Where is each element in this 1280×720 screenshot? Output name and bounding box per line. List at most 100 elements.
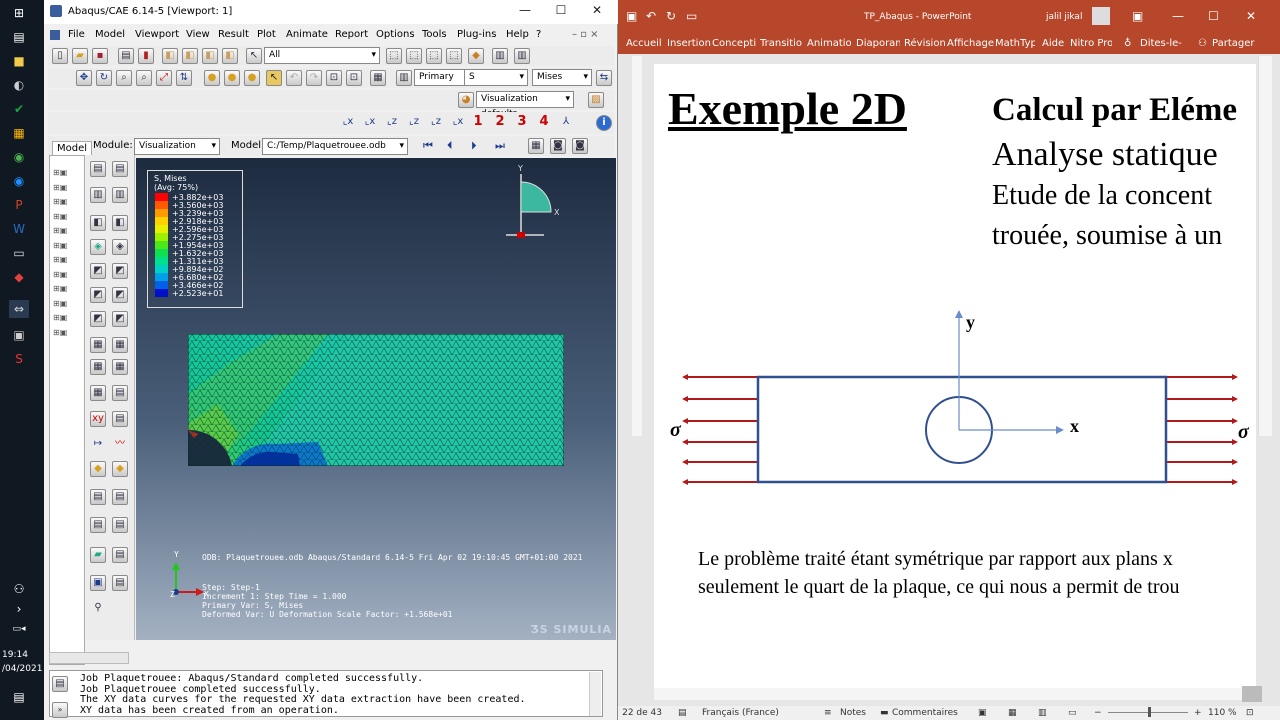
tab-animations[interactable]: Animations [807,38,851,49]
view-z-icon[interactable]: ⌞z [428,115,444,131]
tab-aide[interactable]: Aide [1042,38,1064,49]
tree-scrollbar[interactable] [49,652,129,664]
plot-undeformed-icon[interactable]: ▤ [90,161,106,177]
options-icon[interactable]: ▦ [90,337,106,353]
app-check-icon[interactable]: ✔ [9,100,29,118]
chevron-up-icon[interactable]: › [9,600,29,618]
menu-view[interactable]: View [186,29,210,40]
info-icon[interactable]: i [596,115,612,131]
camera-icon[interactable]: ◙ [572,138,588,154]
clock-date[interactable]: /04/2021 [2,664,44,674]
people-icon[interactable]: ⚇ [9,580,29,598]
tools-icon[interactable]: ⚲ [90,601,106,617]
menu-model[interactable]: Model [95,29,125,40]
options-icon[interactable]: ▦ [112,337,128,353]
plot-deformed-icon[interactable]: ▤ [112,161,128,177]
edge-icon[interactable]: ◉ [9,172,29,190]
fit-slide-icon[interactable] [1242,686,1262,702]
python-console-icon[interactable]: » [52,702,68,718]
view-z-icon[interactable]: ⌞z [384,115,400,131]
pdf-icon[interactable]: ◆ [9,268,29,286]
xy-manager-icon[interactable]: ▤ [112,411,128,427]
previous-frame-icon[interactable]: ⏴ [447,139,453,153]
view-iso-icon[interactable]: ⌞x [450,115,466,131]
maximize-button[interactable]: ☐ [1208,9,1219,23]
network-volume-icon[interactable]: ▭◂ [9,620,29,638]
view-cut-icon[interactable]: ▤ [90,517,106,533]
view-x-icon[interactable]: ⌞x [340,115,356,131]
powerpoint-icon[interactable]: P [9,196,29,214]
csys-2-button[interactable]: 2 [492,115,508,131]
filter-icon[interactable]: ⬚ [386,48,402,64]
menu-tools[interactable]: Tools [422,29,447,40]
model-select[interactable]: C:/Temp/Plaquetrouee.odb [262,138,408,155]
menu-viewport[interactable]: Viewport [135,29,179,40]
slideshow-icon[interactable]: ▭ [1068,708,1077,718]
palette-icon[interactable]: ◕ [458,92,474,108]
refresh-icon[interactable]: ⇆ [596,70,612,86]
csys-4-button[interactable]: 4 [536,115,552,131]
ribbon-display-icon[interactable]: ▣ [1132,9,1143,23]
user-name[interactable]: jalil jikal [1046,12,1082,22]
menu-whats-this[interactable]: ? [536,29,541,40]
tab-nitro[interactable]: Nitro Pro [1070,38,1112,49]
view-x-icon[interactable]: ⌞x [362,115,378,131]
display-group-icon[interactable]: ▤ [112,489,128,505]
reading-view-icon[interactable]: ▥ [1038,708,1047,718]
minimize-button[interactable]: — [510,3,540,17]
plot-contours-icon[interactable]: ▥ [90,187,106,203]
view-z-icon[interactable]: ⌞z [406,115,422,131]
model-tree[interactable]: ⊞▣ ⊞▣ ⊞▣ ⊞▣ ⊞▣ ⊞▣ ⊞▣ ⊞▣ ⊞▣ ⊞▣ ⊞▣ ⊞▣ [49,155,85,665]
tab-mathtype[interactable]: MathType [995,38,1035,49]
options-icon[interactable]: ▦ [112,359,128,375]
minimize-button[interactable]: — [1172,9,1184,23]
normal-view-icon[interactable]: ▣ [978,708,987,718]
tab-diaporama[interactable]: Diaporama [856,38,900,49]
task-view-icon[interactable]: ▤ [9,28,29,46]
render-icon[interactable]: ● [244,70,260,86]
plot-icon[interactable]: ◩ [112,311,128,327]
plot-contours-icon[interactable]: ▥ [112,187,128,203]
menu-help[interactable]: Help [506,29,529,40]
menu-plugins[interactable]: Plug-ins [457,29,496,40]
module-select[interactable]: Visualization [134,138,220,155]
notes-button[interactable]: Notes [840,708,866,718]
new-icon[interactable]: ▯ [52,48,68,64]
tab-revision[interactable]: Révision [904,38,946,49]
cycle-views-icon[interactable]: ⇅ [176,70,192,86]
language-status[interactable]: Français (France) [702,708,779,718]
xy-data-icon[interactable]: xy [90,411,106,427]
comments-button[interactable]: Commentaires [892,708,958,718]
app-folder-icon[interactable]: ▦ [9,124,29,142]
windows-start-icon[interactable]: ⊞ [9,4,29,22]
box-icon[interactable]: ◧ [202,48,218,64]
app-window-icon[interactable]: ▭ [9,244,29,262]
first-frame-icon[interactable]: ⏮ [423,139,433,153]
zoom-level[interactable]: 110 % [1208,708,1237,718]
mesh-icon[interactable]: ▥ [514,48,530,64]
xy-plot-icon[interactable]: 〰 [112,437,128,453]
plot-symbols-icon[interactable]: ◈ [90,239,106,255]
menu-result[interactable]: Result [218,29,249,40]
csys-1-button[interactable]: 1 [470,115,486,131]
camera-icon[interactable]: ◙ [550,138,566,154]
slide-sorter-icon[interactable]: ▦ [1008,708,1017,718]
mdi-restore-icon[interactable]: – ▫ × [572,29,599,40]
terminal-icon[interactable]: ▣ [9,326,29,344]
box-zoom-icon[interactable]: ⌕ [136,70,152,86]
thumbnail-scrollbar[interactable] [632,56,642,436]
comments-icon[interactable]: ▬ [880,708,889,718]
plot-icon[interactable]: ◩ [112,287,128,303]
open-icon[interactable]: ▰ [72,48,88,64]
mesh-icon[interactable]: ▥ [492,48,508,64]
box-icon[interactable]: ◧ [162,48,178,64]
view-options-select[interactable]: Visualization defaults [476,91,574,119]
create-xy-icon[interactable]: ▤ [112,385,128,401]
tell-me-search[interactable]: Dites-le-moi [1140,38,1182,49]
notifications-icon[interactable]: ▤ [9,688,29,706]
message-tab-icon[interactable]: ▤ [52,676,68,692]
display-group-icon[interactable]: ▤ [90,489,106,505]
pan-icon[interactable]: ✥ [76,70,92,86]
tab-transitions[interactable]: Transitions [760,38,802,49]
chrome-icon[interactable]: ◉ [9,148,29,166]
